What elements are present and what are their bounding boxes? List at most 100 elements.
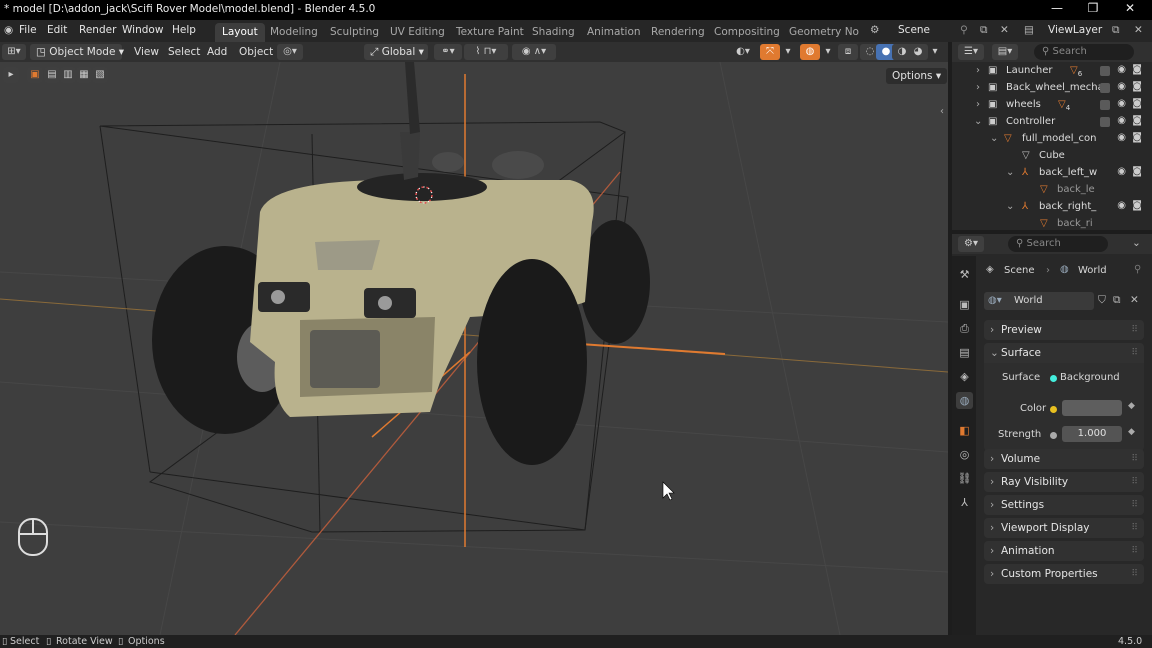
new-view-layer-icon[interactable]: ⧉ bbox=[1112, 24, 1120, 37]
tab-uv-editing[interactable]: UV Editing bbox=[390, 26, 445, 38]
keyframe-dot-icon[interactable]: ◆ bbox=[1128, 427, 1135, 437]
world-tab-icon[interactable]: ◍ bbox=[956, 392, 973, 409]
exclude-checkbox[interactable] bbox=[1100, 100, 1110, 110]
menu-help[interactable]: Help bbox=[172, 24, 196, 36]
tab-animation[interactable]: Animation bbox=[587, 26, 641, 38]
pin-icon[interactable]: ⚲ bbox=[960, 24, 968, 36]
menu-edit[interactable]: Edit bbox=[47, 24, 67, 36]
tab-geometry-nodes[interactable]: Geometry Node bbox=[789, 26, 859, 38]
viewport-scene[interactable] bbox=[0, 62, 948, 635]
drag-handle-icon[interactable]: ⠿ bbox=[1131, 495, 1138, 515]
drag-handle-icon[interactable]: ⠿ bbox=[1131, 343, 1138, 363]
tab-sculpting[interactable]: Sculpting bbox=[330, 26, 379, 38]
new-scene-icon[interactable]: ⧉ bbox=[980, 24, 988, 37]
output-tab-icon[interactable]: ⎙ bbox=[956, 320, 973, 337]
camera-icon[interactable]: ◙ bbox=[1132, 64, 1142, 75]
exclude-checkbox[interactable] bbox=[1100, 117, 1110, 127]
collapse-chevron-icon[interactable]: ⌄ bbox=[1006, 201, 1014, 212]
outliner-row-back-ri[interactable]: ▽ back_ri bbox=[952, 216, 1152, 230]
add-menu[interactable]: Add bbox=[201, 44, 233, 60]
outliner-search-input[interactable]: ⚲ Search bbox=[1034, 44, 1134, 60]
select-extend-icon[interactable]: ▤ bbox=[44, 67, 60, 83]
data-tab-icon[interactable]: ⅄ bbox=[956, 494, 973, 511]
delete-scene-icon[interactable]: ✕ bbox=[1000, 24, 1009, 36]
outliner-row-back-wheel-mecha[interactable]: › ▣ Back_wheel_mecha ◉ ◙ bbox=[952, 80, 1152, 97]
outliner-row-cube[interactable]: ▽ Cube bbox=[952, 148, 1152, 165]
camera-icon[interactable]: ◙ bbox=[1132, 166, 1142, 177]
eye-icon[interactable]: ◉ bbox=[1117, 64, 1126, 75]
eye-icon[interactable]: ◉ bbox=[1117, 81, 1126, 92]
camera-icon[interactable]: ◙ bbox=[1132, 98, 1142, 109]
snap-icon[interactable]: ⌇ ⊓▾ bbox=[464, 44, 508, 60]
outliner-editor-type-icon[interactable]: ☰▾ bbox=[958, 44, 984, 60]
collapse-chevron-icon[interactable]: ⌄ bbox=[990, 133, 998, 144]
select-intersect-icon[interactable]: ▧ bbox=[92, 67, 108, 83]
surface-socket-icon[interactable] bbox=[1050, 375, 1057, 382]
color-swatch[interactable] bbox=[1062, 400, 1122, 416]
unlink-world-icon[interactable]: ✕ bbox=[1130, 294, 1139, 306]
surface-shader-value[interactable]: Background bbox=[1060, 372, 1120, 383]
drag-handle-icon[interactable]: ⠿ bbox=[1131, 472, 1138, 492]
strength-socket-icon[interactable] bbox=[1050, 432, 1057, 439]
menu-window[interactable]: Window bbox=[122, 24, 163, 36]
expand-chevron-icon[interactable]: › bbox=[976, 82, 980, 93]
object-tab-icon[interactable]: ◧ bbox=[956, 422, 973, 439]
blender-logo-icon[interactable]: ◉ bbox=[4, 24, 13, 36]
view-menu[interactable]: View bbox=[128, 44, 165, 60]
world-name-field[interactable]: World bbox=[1014, 292, 1043, 310]
toolbar-toggle-icon[interactable]: ▸ bbox=[3, 67, 19, 83]
section-volume[interactable]: › Volume ⠿ bbox=[984, 449, 1144, 469]
breadcrumb-scene[interactable]: Scene bbox=[1004, 265, 1035, 276]
strength-field[interactable]: 1.000 bbox=[1062, 426, 1122, 442]
section-viewport-display[interactable]: › Viewport Display ⠿ bbox=[984, 518, 1144, 538]
drag-handle-icon[interactable]: ⠿ bbox=[1131, 449, 1138, 469]
properties-options-icon[interactable]: ⌄ bbox=[1132, 237, 1141, 249]
outliner-display-mode-icon[interactable]: ▤▾ bbox=[992, 44, 1018, 60]
eye-icon[interactable]: ◉ bbox=[1117, 98, 1126, 109]
drag-handle-icon[interactable]: ⠿ bbox=[1131, 564, 1138, 584]
tab-shading[interactable]: Shading bbox=[532, 26, 575, 38]
render-tab-icon[interactable]: ▣ bbox=[956, 296, 973, 313]
collapse-chevron-icon[interactable]: ⌄ bbox=[974, 116, 982, 127]
camera-icon[interactable]: ◙ bbox=[1132, 200, 1142, 211]
tab-texture-paint[interactable]: Texture Paint bbox=[456, 26, 524, 38]
view-layer-name[interactable]: ViewLayer bbox=[1048, 24, 1102, 36]
minimize-button[interactable]: — bbox=[1042, 1, 1072, 19]
eye-icon[interactable]: ◉ bbox=[1117, 132, 1126, 143]
visibility-icon[interactable]: ◐▾ bbox=[730, 44, 756, 60]
object-menu[interactable]: Object bbox=[233, 44, 279, 60]
eye-icon[interactable]: ◉ bbox=[1117, 115, 1126, 126]
menu-render[interactable]: Render bbox=[79, 24, 116, 36]
tool-tab-icon[interactable]: ⚒ bbox=[956, 266, 973, 283]
menu-file[interactable]: File bbox=[19, 24, 37, 36]
scene-name[interactable]: Scene bbox=[898, 24, 930, 36]
properties-search-input[interactable]: ⚲ Search bbox=[1008, 236, 1108, 252]
world-browse-icon[interactable]: ◍▾ bbox=[988, 292, 1002, 310]
outliner-row-wheels[interactable]: › ▣ wheels ▽4 ◉ ◙ bbox=[952, 97, 1152, 114]
pivot-point-icon[interactable]: ⚭▾ bbox=[434, 44, 462, 60]
tab-modeling[interactable]: Modeling bbox=[270, 26, 318, 38]
expand-chevron-icon[interactable]: › bbox=[976, 65, 980, 76]
physics-tab-icon[interactable]: ◎ bbox=[956, 446, 973, 463]
shading-rendered-icon[interactable]: ◕ bbox=[908, 44, 928, 60]
section-animation[interactable]: › Animation ⠿ bbox=[984, 541, 1144, 561]
eye-icon[interactable]: ◉ bbox=[1117, 166, 1126, 177]
select-menu[interactable]: Select bbox=[162, 44, 206, 60]
overlay-dropdown-icon[interactable]: ▾ bbox=[821, 44, 835, 60]
exclude-checkbox[interactable] bbox=[1100, 83, 1110, 93]
outliner-row-controller[interactable]: ⌄ ▣ Controller ◉ ◙ bbox=[952, 114, 1152, 131]
shading-dropdown-icon[interactable]: ▾ bbox=[928, 44, 942, 60]
camera-icon[interactable]: ◙ bbox=[1132, 81, 1142, 92]
constraints-tab-icon[interactable]: ⛓ bbox=[956, 470, 973, 487]
sidebar-collapse-icon[interactable]: ‹ bbox=[940, 106, 944, 117]
section-surface[interactable]: ⌄ Surface ⠿ bbox=[984, 343, 1144, 363]
3d-viewport[interactable]: ▸ ▣ ▤ ▥ ▦ ▧ Options ▾ ‹ bbox=[0, 62, 948, 635]
scene-tab-icon[interactable]: ◈ bbox=[956, 368, 973, 385]
maximize-button[interactable]: ❐ bbox=[1078, 1, 1108, 19]
collapse-chevron-icon[interactable]: ⌄ bbox=[1006, 167, 1014, 178]
camera-icon[interactable]: ◙ bbox=[1132, 132, 1142, 143]
transform-orientation-dropdown[interactable]: ⤢ Global ▾ bbox=[364, 44, 428, 60]
gizmo-dropdown-icon[interactable]: ▾ bbox=[781, 44, 795, 60]
color-socket-icon[interactable] bbox=[1050, 406, 1057, 413]
gizmo-toggle-icon[interactable]: ⤧ bbox=[760, 44, 780, 60]
